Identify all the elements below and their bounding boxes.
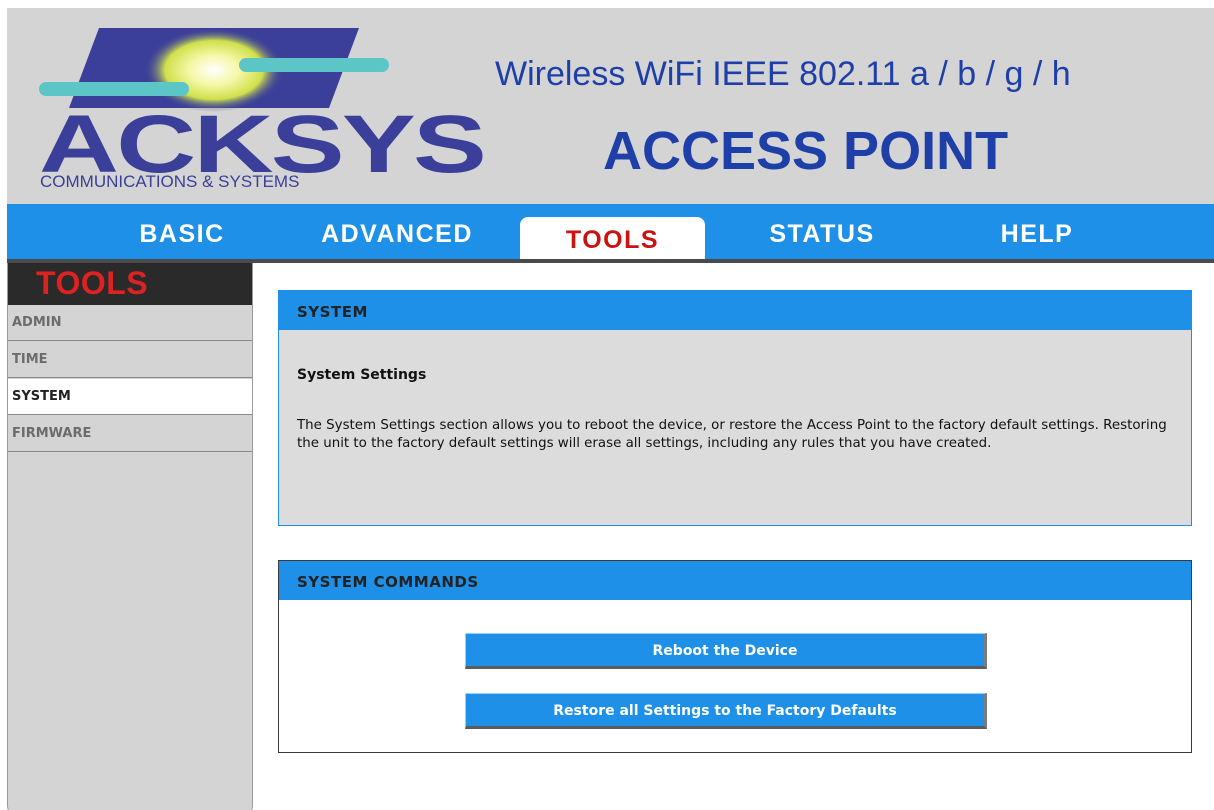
tab-advanced[interactable]: ADVANCED [302, 204, 492, 259]
reboot-device-button[interactable]: Reboot the Device [465, 633, 987, 669]
page: ACKSYS COMMUNICATIONS & SYSTEMS Wireless… [0, 0, 1214, 810]
system-settings-description: The System Settings section allows you t… [297, 418, 1167, 451]
header-subtitle: Wireless WiFi IEEE 802.11 a / b / g / h [495, 55, 1071, 93]
system-panel-title: SYSTEM [279, 291, 1191, 330]
system-panel: SYSTEM System Settings The System Settin… [278, 290, 1192, 526]
sidebar-heading: TOOLS [36, 265, 149, 301]
sidebar-item-system[interactable]: SYSTEM [8, 379, 252, 415]
sidebar: TOOLS ADMIN TIME SYSTEM FIRMWARE [7, 263, 253, 810]
sidebar-item-time[interactable]: TIME [8, 342, 252, 378]
tab-basic[interactable]: BASIC [127, 204, 237, 259]
main-nav: BASIC ADVANCED TOOLS STATUS HELP [7, 204, 1214, 259]
system-commands-title: SYSTEM COMMANDS [279, 561, 1191, 600]
system-settings-heading: System Settings [297, 367, 427, 383]
logo-subtitle: COMMUNICATIONS & SYSTEMS [40, 172, 300, 191]
tab-status[interactable]: STATUS [757, 204, 887, 259]
header-title: ACCESS POINT [603, 121, 1009, 181]
restore-factory-defaults-button[interactable]: Restore all Settings to the Factory Defa… [465, 693, 987, 729]
sidebar-item-admin[interactable]: ADMIN [8, 305, 252, 341]
header-banner: ACKSYS COMMUNICATIONS & SYSTEMS Wireless… [7, 8, 1214, 204]
tab-help[interactable]: HELP [987, 204, 1087, 259]
sidebar-item-firmware[interactable]: FIRMWARE [8, 416, 252, 452]
acksys-logo: ACKSYS COMMUNICATIONS & SYSTEMS [29, 18, 487, 198]
tab-tools[interactable]: TOOLS [520, 217, 705, 259]
sidebar-header: TOOLS [8, 263, 252, 305]
system-commands-panel: SYSTEM COMMANDS Reboot the Device Restor… [278, 560, 1192, 753]
